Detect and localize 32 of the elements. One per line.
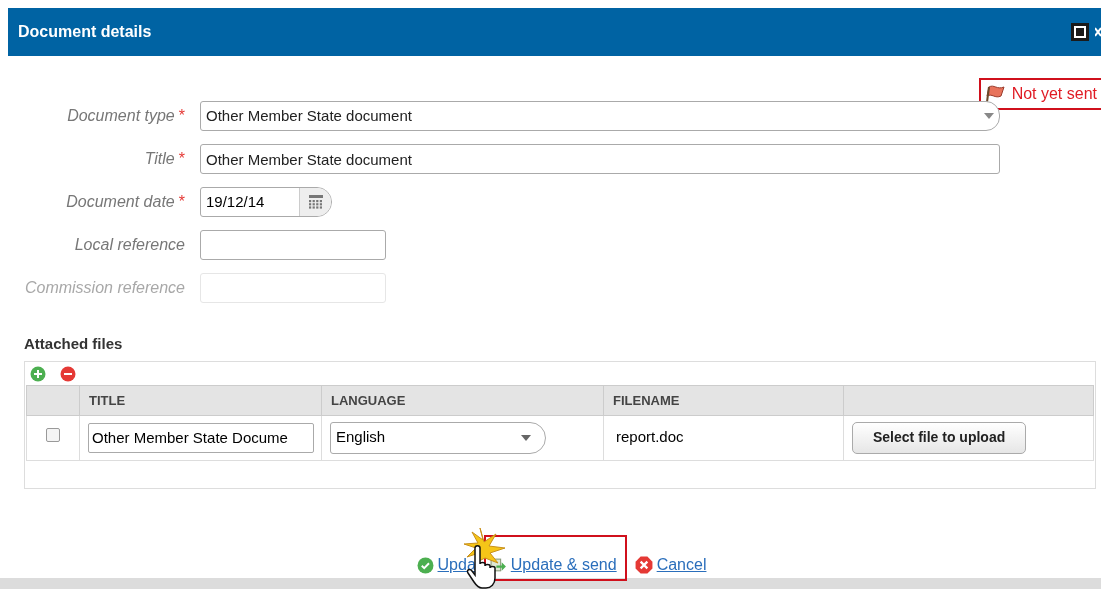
section-title: Attached files (24, 334, 124, 354)
required-mark: * (178, 192, 185, 212)
field-label: Document date (66, 192, 175, 212)
remove-icon[interactable] (60, 365, 76, 382)
field-label: Local reference (74, 235, 185, 255)
required-mark: * (178, 149, 185, 169)
add-icon[interactable] (30, 365, 46, 382)
action-link[interactable]: Cancel (634, 553, 707, 577)
calendar-icon (308, 195, 323, 209)
upload-button[interactable]: Select file to upload (852, 421, 1027, 454)
window-title: Document details (18, 22, 152, 42)
check-icon (416, 556, 434, 574)
close-icon[interactable] (1095, 26, 1101, 38)
input-field[interactable]: Other Member State Docume (88, 422, 314, 453)
column-header: FILENAME (613, 392, 680, 408)
table-cell: report.doc (616, 427, 684, 445)
document-type-select[interactable]: Other Member State document (200, 101, 1000, 131)
input-field[interactable]: Other Member State document (200, 144, 1000, 174)
flag-icon (985, 85, 1006, 103)
date-field[interactable]: 19/12/14 (200, 187, 332, 217)
maximize-icon[interactable] (1071, 23, 1089, 41)
field-label: Document type (67, 106, 175, 126)
input-field[interactable] (200, 230, 386, 260)
caret-icon (521, 434, 531, 441)
field-label: Commission reference (24, 278, 185, 298)
row-checkbox[interactable] (46, 428, 60, 443)
close-icon (634, 556, 653, 574)
required-mark: * (178, 106, 185, 126)
field-label: Title (144, 149, 175, 169)
caret-icon (984, 113, 994, 119)
column-header: TITLE (89, 392, 126, 408)
column-header: LANGUAGE (331, 392, 406, 408)
